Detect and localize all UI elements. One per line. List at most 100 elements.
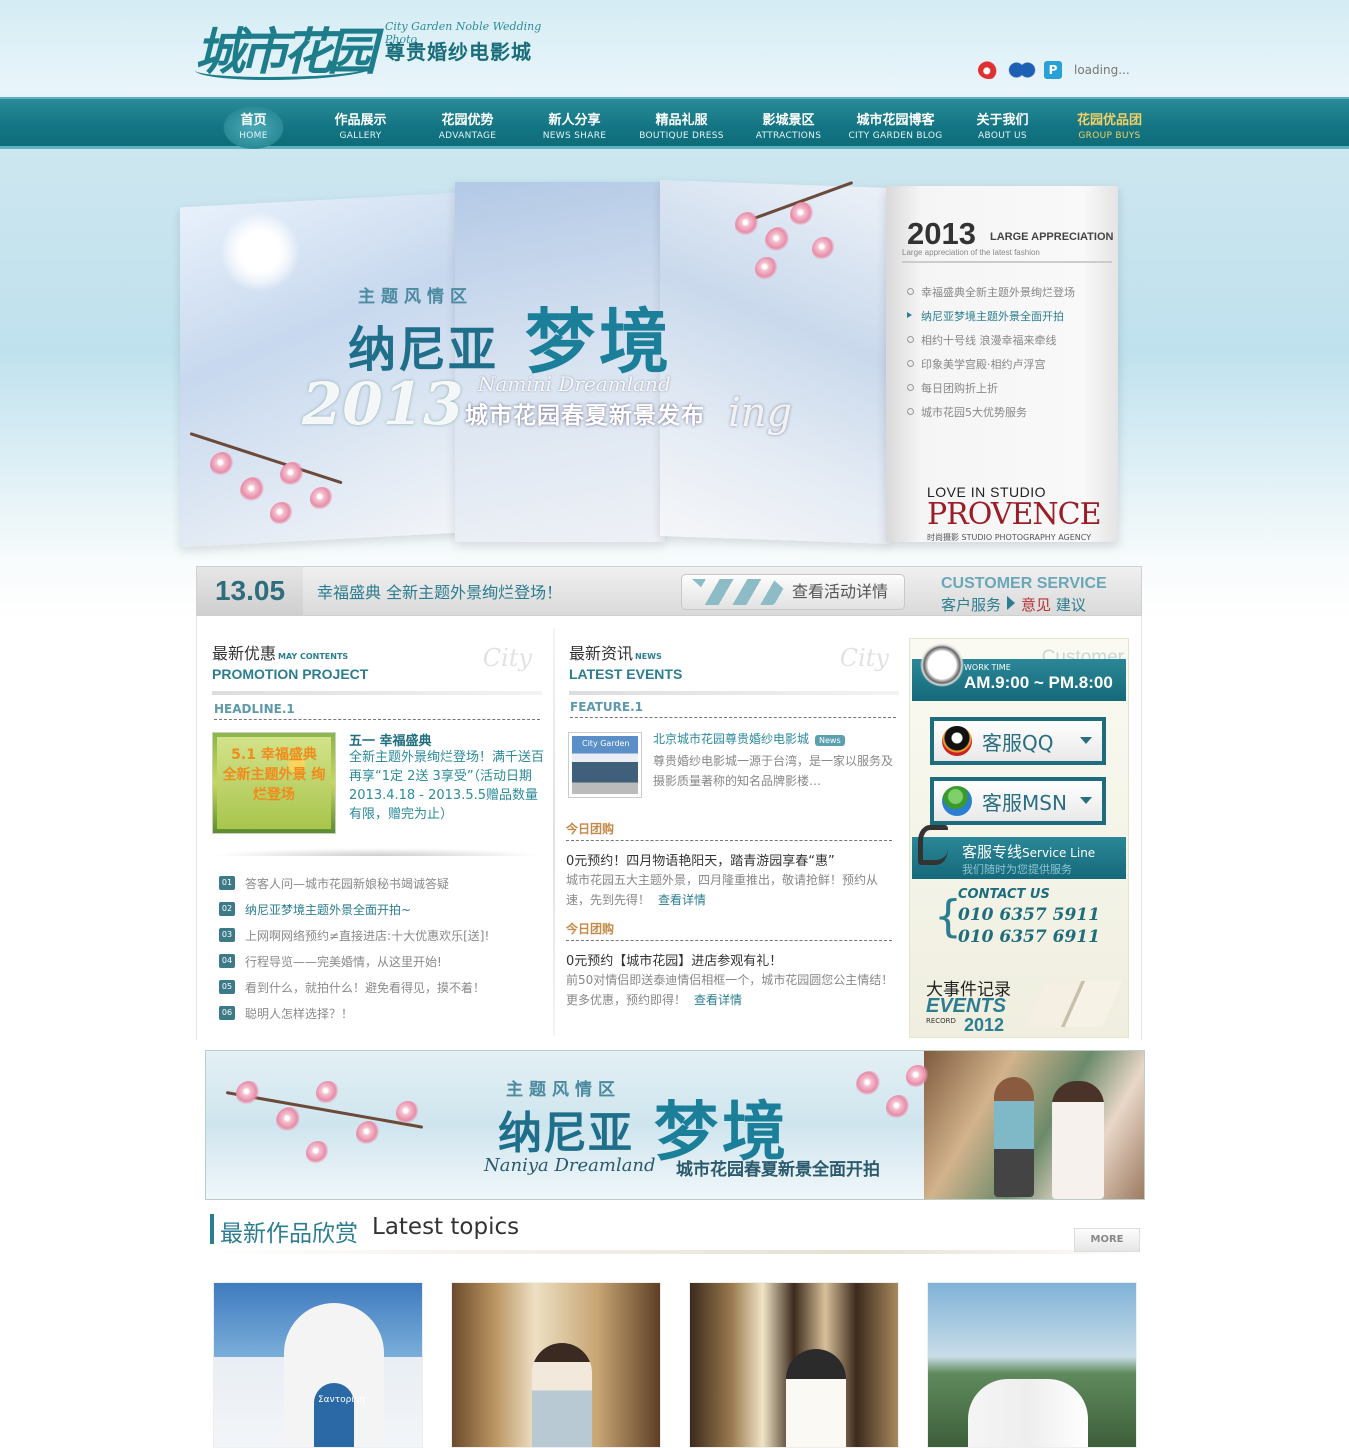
events-record-link[interactable]: 大事件记录 EVENTS RECORD 2012 — [912, 967, 1126, 1037]
couple-figure — [532, 1343, 592, 1447]
weibo-icon[interactable] — [978, 61, 1000, 79]
nav-label: 影城景区 — [762, 113, 815, 128]
list-item[interactable]: 03 上网啊网络预约≠直接进店:十大优惠欢乐[送]! — [219, 922, 489, 948]
site-logo[interactable]: 城市花园 City Garden Noble Wedding Photo 尊贵婚… — [195, 10, 555, 85]
city-watermark: City — [839, 644, 889, 672]
open-book-icon — [1023, 981, 1123, 1027]
service-qq-button[interactable]: 客服QQ — [930, 717, 1106, 765]
news-image-label: City Garden — [582, 739, 630, 748]
news-image[interactable]: City Garden — [568, 732, 642, 798]
service-msn-button[interactable]: 客服MSN — [930, 777, 1106, 825]
news-body: 尊贵婚纱电影城一源于台湾，是一家以服务及摄影质量著称的知名品牌影楼… — [653, 754, 894, 788]
hero-banner[interactable]: 主题风情区 纳尼亚 梦境 2013 Namini Dreamland 城市花园春… — [180, 179, 1120, 562]
header-shadow — [569, 691, 899, 695]
list-text: 上网啊网络预约≠直接进店:十大优惠欢乐[送]! — [245, 928, 490, 943]
nav-label: 首页 — [240, 113, 267, 128]
banner2-script: Naniya Dreamland — [484, 1155, 656, 1176]
button-face: 客服QQ — [934, 721, 1102, 761]
promo-banner[interactable]: 主题风情区 纳尼亚 梦境 Naniya Dreamland 城市花园春夏新景全面… — [205, 1050, 1145, 1200]
divider — [212, 848, 542, 856]
cs-opinion-link[interactable]: 意见 — [1021, 596, 1051, 614]
list-item[interactable]: 05 看到什么，就拍什么！避免看得见，摸不着！ — [219, 974, 489, 1000]
sun-glow — [220, 212, 300, 292]
promo-image[interactable]: 5.1 幸福盛典 全新主题外景 绚烂登场 — [212, 732, 336, 834]
phone-number: 010 6357 5911 — [958, 905, 1100, 925]
nav-item-gallery[interactable]: 作品展示 GALLERY — [307, 99, 414, 151]
latest-topics-en: Latest topics — [372, 1214, 520, 1240]
list-item[interactable]: 04 行程导览——完美婚情，从这里开始! — [219, 948, 489, 974]
gallery-thumbnail[interactable] — [689, 1282, 899, 1448]
gallery-thumbnail[interactable]: Σαντορίνη — [213, 1282, 423, 1448]
nav-item-attractions[interactable]: 影城景区 ATTRACTIONS — [735, 99, 842, 151]
renren-icon[interactable] — [1008, 61, 1036, 79]
tencent-weibo-icon[interactable]: P — [1044, 61, 1062, 79]
banner2-subtitle: 城市花园春夏新景全面开拍 — [676, 1160, 880, 1180]
header-shadow — [212, 691, 542, 695]
work-time-label: WORK TIME — [964, 663, 1011, 672]
blossom-flower — [755, 257, 779, 281]
list-item[interactable]: 06 聪明人怎样选择？！ — [219, 1000, 489, 1026]
divider — [210, 1250, 1144, 1254]
nav-item-home[interactable]: 首页 HOME — [200, 99, 307, 151]
more-button[interactable]: MORE — [1074, 1228, 1140, 1252]
couple-figure — [968, 1379, 1088, 1447]
nav-item-advantage[interactable]: 花园优势 ADVANTAGE — [414, 99, 521, 151]
promo-body: 全新主题外景绚烂登场！满千送百 再享“1定 2送 3享受”（活动日期 2013.… — [349, 750, 545, 822]
cs-suggest-link[interactable]: 建议 — [1056, 596, 1086, 614]
service-line-title: 客服专线Service Line — [962, 841, 1095, 862]
event-title[interactable]: 0元预约！四月物语艳阳天，踏青游园享春“惠” — [566, 850, 835, 869]
service-line-en: Service Line — [1022, 846, 1096, 860]
arrows-icon — [692, 579, 787, 605]
view-details-link[interactable]: 查看详情 — [694, 993, 742, 1007]
blossom-flower — [240, 477, 268, 505]
banner-side-item[interactable]: 幸福盛典全新主题外景绚烂登场 — [907, 284, 1075, 308]
social-links: P loading... — [978, 60, 1130, 80]
nav-item-boutique-dress[interactable]: 精品礼服 BOUTIQUE DRESS — [628, 99, 735, 151]
banner-side-item[interactable]: 城市花园5大优势服务 — [907, 404, 1075, 428]
blossom-flower — [812, 237, 836, 261]
list-number: 02 — [219, 902, 235, 916]
nav-item-blog[interactable]: 城市花园博客 CITY GARDEN BLOG — [842, 99, 949, 151]
nav-item-group-buys[interactable]: 花园优品团 GROUP BUYS — [1056, 99, 1163, 151]
view-event-details-button[interactable]: 查看活动详情 — [681, 574, 905, 610]
news-image-art: City Garden — [572, 736, 638, 794]
chevron-down-icon — [1080, 737, 1092, 744]
banner-side-item[interactable]: 纳尼亚梦境主题外景全面开拍 — [907, 308, 1075, 332]
blossom-flower — [306, 1141, 330, 1165]
list-item[interactable]: 02 纳尼亚梦境主题外景全面开拍~ — [219, 896, 489, 922]
couple-figure — [786, 1349, 846, 1447]
nav-item-about[interactable]: 关于我们 ABOUT US — [949, 99, 1056, 151]
list-text: 答客人问—城市花园新娘秘书竭诚答疑 — [245, 876, 450, 891]
banner-side-item[interactable]: 相约十号线 浪漫幸福来牵线 — [907, 332, 1075, 356]
nav-label: 新人分享 — [548, 113, 601, 128]
promo-title[interactable]: 五一 幸福盛典 — [349, 730, 432, 749]
strip-message[interactable]: 幸福盛典 全新主题外景绚烂登场！ — [317, 579, 562, 603]
event-body: 前50对情侣即送泰迪情侣相框一个，城市花园圆您公主情结！更多优惠，预约即得！ 查看… — [566, 970, 896, 1010]
news-badge: News — [815, 735, 845, 746]
blossom-flower — [396, 1101, 420, 1125]
gallery-thumbnail[interactable] — [927, 1282, 1137, 1448]
nav-sublabel: HOME — [239, 131, 268, 141]
gallery-thumbnail[interactable] — [451, 1282, 661, 1448]
list-text: 纳尼亚梦境主题外景全面开拍~ — [245, 902, 412, 917]
service-line-box: 客服专线Service Line 我们随时为您提供服务 — [912, 825, 1126, 879]
event-title[interactable]: 0元预约【城市花园】进店参观有礼！ — [566, 950, 782, 969]
logo-subtitle: 尊贵婚纱电影城 — [385, 40, 532, 64]
arrow-right-icon — [1007, 596, 1016, 610]
nav-sublabel: ATTRACTIONS — [755, 131, 822, 141]
banner-side-item[interactable]: 印象美学宫殿·相约卢浮宫 — [907, 356, 1075, 380]
side-subtitle: Large appreciation of the latest fashion — [902, 248, 1112, 263]
news-title[interactable]: 北京城市花园尊贵婚纱电影城 News — [653, 730, 845, 747]
loading-text: loading... — [1074, 63, 1130, 77]
cs-service-link[interactable]: 客户服务 — [941, 596, 1001, 614]
list-number: 01 — [219, 876, 235, 890]
banner-script: Namini Dreamland — [478, 372, 671, 396]
list-item[interactable]: 01 答客人问—城市花园新娘秘书竭诚答疑 — [219, 870, 489, 896]
banner-side-item[interactable]: 每日团购折上折 — [907, 380, 1075, 404]
alarm-clock-icon — [920, 639, 964, 691]
news-title-text: 北京城市花园尊贵婚纱电影城 — [653, 732, 810, 746]
service-line-zh: 客服专线 — [962, 843, 1023, 861]
view-details-link[interactable]: 查看详情 — [658, 893, 706, 907]
nav-item-news-share[interactable]: 新人分享 NEWS SHARE — [521, 99, 628, 151]
banner-ing: ing — [728, 390, 793, 436]
